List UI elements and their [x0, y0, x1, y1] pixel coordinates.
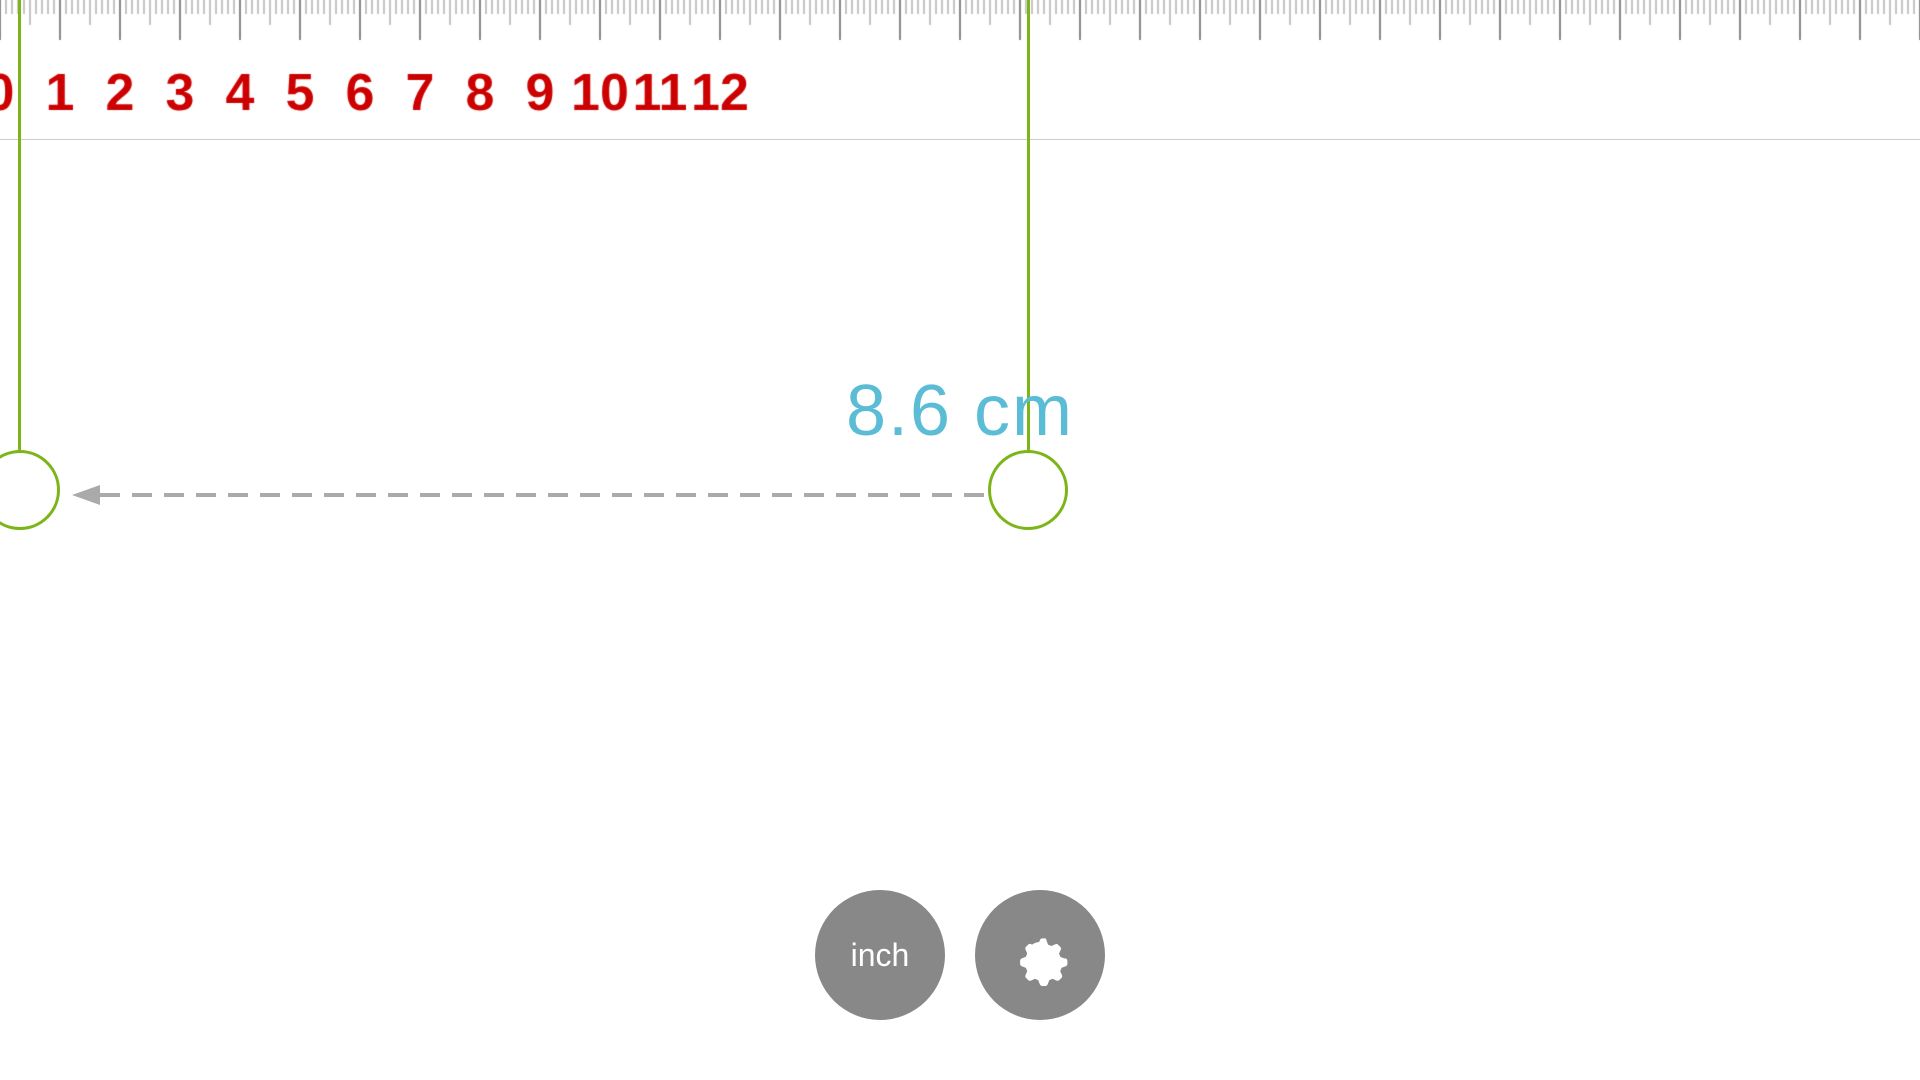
settings-button[interactable]: [975, 890, 1105, 1020]
ruler: [0, 0, 1920, 140]
right-handle[interactable]: [988, 450, 1068, 530]
left-handle[interactable]: [0, 450, 60, 530]
unit-toggle-button[interactable]: inch: [815, 890, 945, 1020]
bottom-controls: inch: [815, 890, 1105, 1020]
ruler-canvas: [0, 0, 1920, 140]
gear-icon: [1005, 920, 1075, 990]
measurement-display: 8.6 cm: [0, 370, 1920, 452]
dashed-measurement-line: [0, 470, 1920, 520]
